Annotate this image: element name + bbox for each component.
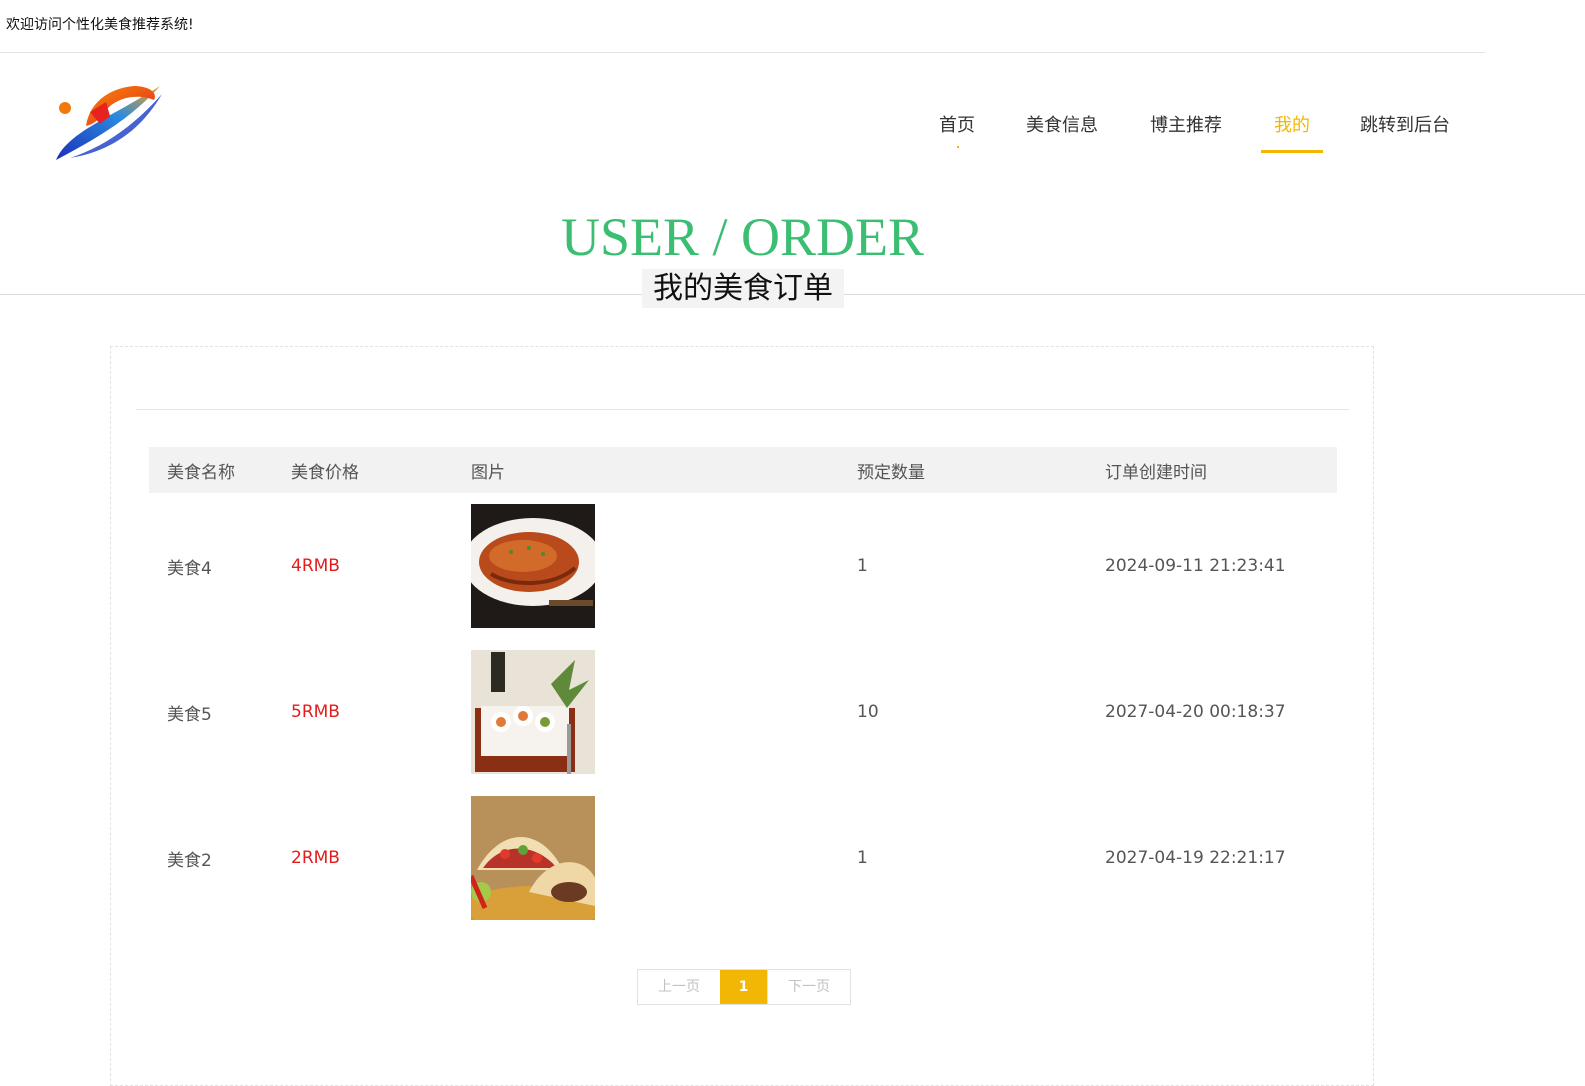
next-page-button[interactable]: 下一页 (767, 970, 850, 1004)
nav-food-info-label: 美食信息 (1026, 115, 1098, 136)
nav-admin-label: 跳转到后台 (1360, 115, 1450, 136)
tacos-photo[interactable] (471, 796, 595, 920)
cell-quantity: 1 (857, 848, 868, 868)
col-header-name: 美食名称 (149, 447, 273, 493)
welcome-text: 欢迎访问个性化美食推荐系统! (6, 17, 194, 33)
prev-page-button[interactable]: 上一页 (638, 970, 720, 1004)
cell-quantity: 1 (857, 556, 868, 576)
tacos-icon (471, 796, 595, 920)
table-row[interactable]: 美食5 5RMB 10 2027-04-20 00:18:37 (149, 639, 1337, 785)
nav-blogger-recommend-label: 博主推荐 (1150, 115, 1222, 136)
col-header-price: 美食价格 (273, 447, 453, 493)
table-row[interactable]: 美食2 2RMB 1 2027-04-19 22:21:17 (149, 785, 1337, 931)
col-header-created: 订单创建时间 (1087, 447, 1337, 493)
pagination: 上一页 1 下一页 (637, 969, 851, 1005)
cell-image (453, 785, 839, 931)
nav-food-info[interactable]: 美食信息 (1026, 112, 1098, 150)
nav-blogger-recommend[interactable]: 博主推荐 (1150, 112, 1222, 150)
table-row[interactable]: 美食4 4RMB 1 2024-09-11 21:23:41 (149, 493, 1337, 639)
nav-indicator-dot (957, 146, 959, 148)
page-hero-title: USER / ORDER (560, 207, 925, 267)
top-bar: 欢迎访问个性化美食推荐系统! (0, 0, 1485, 53)
fish-dish-icon (471, 504, 595, 628)
cell-created: 2027-04-19 22:21:17 (1105, 848, 1286, 868)
page-subtitle: 我的美食订单 (642, 269, 844, 308)
col-header-quantity: 预定数量 (839, 447, 1087, 493)
nav-mine-label: 我的 (1274, 115, 1310, 136)
col-header-image: 图片 (453, 447, 839, 493)
nav-home-label: 首页 (939, 115, 975, 136)
main-nav: 首页 美食信息 博主推荐 我的 跳转到后台 (0, 112, 1585, 153)
fish-dish-photo[interactable] (471, 504, 595, 628)
sushi-platter-icon (471, 650, 595, 774)
cell-name: 美食4 (167, 558, 212, 579)
cell-image (453, 639, 839, 785)
cell-created: 2027-04-20 00:18:37 (1105, 702, 1286, 722)
table-header-row: 美食名称 美食价格 图片 预定数量 订单创建时间 (149, 447, 1337, 493)
cell-name: 美食5 (167, 704, 212, 725)
nav-mine[interactable]: 我的 (1261, 112, 1323, 153)
cell-name: 美食2 (167, 850, 212, 871)
cell-image (453, 493, 839, 639)
cell-quantity: 10 (857, 702, 879, 722)
panel-divider (136, 409, 1349, 410)
cell-price: 4RMB (291, 556, 340, 576)
nav-admin[interactable]: 跳转到后台 (1360, 112, 1450, 150)
cell-price: 2RMB (291, 848, 340, 868)
nav-home[interactable]: 首页 (939, 112, 975, 150)
orders-table: 美食名称 美食价格 图片 预定数量 订单创建时间 美食4 4RMB 1 2024… (149, 447, 1337, 931)
page-1-button[interactable]: 1 (720, 970, 767, 1004)
cell-price: 5RMB (291, 702, 340, 722)
cell-created: 2024-09-11 21:23:41 (1105, 556, 1286, 576)
sushi-platter-photo[interactable] (471, 650, 595, 774)
